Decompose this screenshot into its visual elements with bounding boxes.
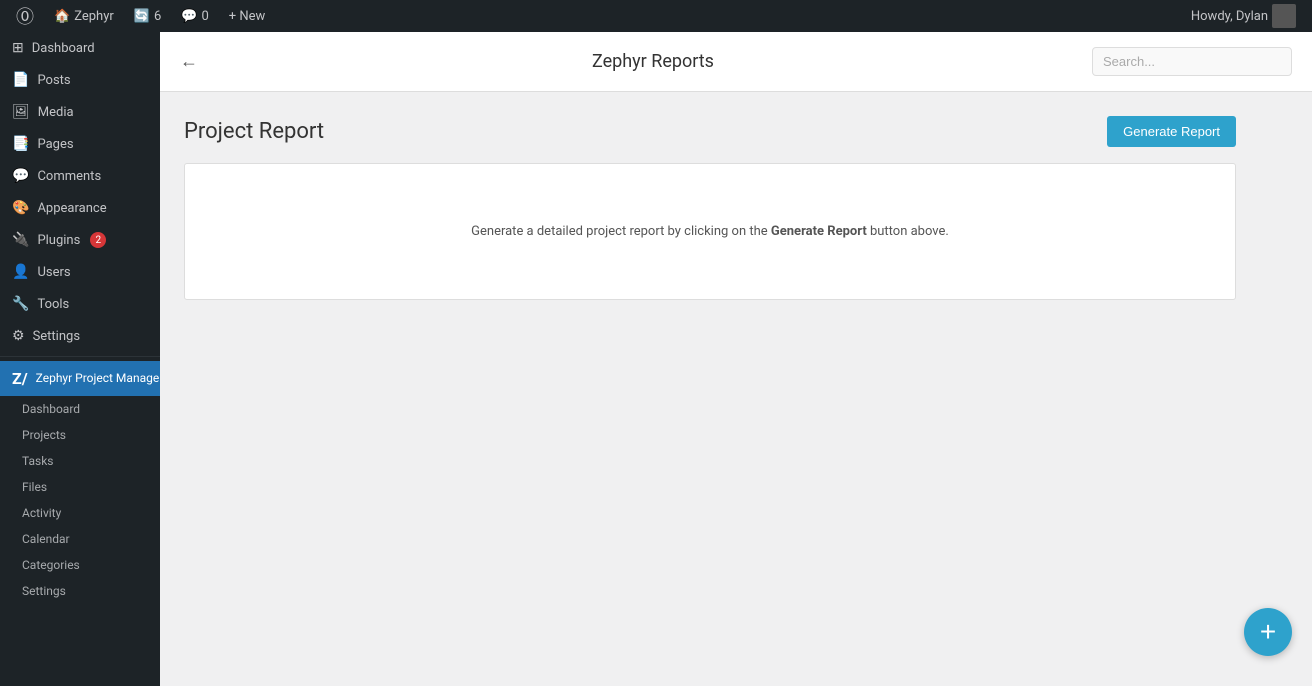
dashboard-label: Dashboard bbox=[32, 41, 95, 56]
sidebar-item-sub-settings[interactable]: Settings bbox=[0, 578, 160, 604]
plugins-icon: 🔌 bbox=[12, 232, 29, 248]
sidebar-item-sub-projects[interactable]: Projects bbox=[0, 422, 160, 448]
admin-bar: ⓪ 🏠 Zephyr 🔄 6 💬 0 + New Howdy, Dylan bbox=[0, 0, 1312, 32]
pages-icon: 📑 bbox=[12, 136, 29, 152]
sidebar-item-settings[interactable]: ⚙ Settings bbox=[0, 320, 160, 352]
sidebar-item-posts[interactable]: 📄 Posts bbox=[0, 64, 160, 96]
wp-logo-icon: ⓪ bbox=[16, 3, 34, 29]
site-name-text: Zephyr bbox=[74, 9, 114, 24]
appearance-label: Appearance bbox=[37, 201, 106, 216]
home-icon: 🏠 bbox=[54, 9, 70, 24]
sidebar-item-pages[interactable]: 📑 Pages bbox=[0, 128, 160, 160]
updates-count: 6 bbox=[154, 9, 161, 24]
sidebar: ⊞ Dashboard 📄 Posts 🖼 Media 📑 Pages 💬 Co… bbox=[0, 32, 160, 686]
settings-icon: ⚙ bbox=[12, 328, 25, 344]
appearance-icon: 🎨 bbox=[12, 200, 29, 216]
sidebar-item-sub-files[interactable]: Files bbox=[0, 474, 160, 500]
sidebar-item-sub-dashboard[interactable]: Dashboard bbox=[0, 396, 160, 422]
content-area: Project Report Generate Report Generate … bbox=[160, 92, 1260, 324]
fab-button[interactable]: + bbox=[1244, 608, 1292, 656]
plugins-label: Plugins bbox=[37, 233, 80, 248]
posts-label: Posts bbox=[37, 73, 70, 88]
section-header: Project Report Generate Report bbox=[184, 116, 1236, 147]
sidebar-item-appearance[interactable]: 🎨 Appearance bbox=[0, 192, 160, 224]
plugins-badge: 2 bbox=[90, 232, 106, 248]
howdy-text: Howdy, Dylan bbox=[1191, 9, 1268, 24]
adminbar-user[interactable]: Howdy, Dylan bbox=[1183, 0, 1304, 32]
sidebar-item-sub-calendar[interactable]: Calendar bbox=[0, 526, 160, 552]
page-header: ← Zephyr Reports bbox=[160, 32, 1312, 92]
main-content: ← Zephyr Reports Project Report Generate… bbox=[160, 32, 1312, 686]
adminbar-comments[interactable]: 💬 0 bbox=[173, 0, 217, 32]
dashboard-icon: ⊞ bbox=[12, 40, 24, 56]
users-label: Users bbox=[37, 265, 70, 280]
sidebar-item-dashboard[interactable]: ⊞ Dashboard bbox=[0, 32, 160, 64]
comments-label: Comments bbox=[37, 169, 101, 184]
media-icon: 🖼 bbox=[12, 104, 30, 120]
media-label: Media bbox=[38, 105, 74, 120]
sidebar-item-comments[interactable]: 💬 Comments bbox=[0, 160, 160, 192]
comments-icon: 💬 bbox=[181, 9, 197, 24]
pages-label: Pages bbox=[37, 137, 73, 152]
zephyr-label: Zephyr Project Manager bbox=[36, 371, 160, 387]
sidebar-item-media[interactable]: 🖼 Media bbox=[0, 96, 160, 128]
tools-label: Tools bbox=[37, 297, 69, 312]
sidebar-item-plugins[interactable]: 🔌 Plugins 2 bbox=[0, 224, 160, 256]
adminbar-updates[interactable]: 🔄 6 bbox=[126, 0, 170, 32]
tools-icon: 🔧 bbox=[12, 296, 29, 312]
sidebar-item-users[interactable]: 👤 Users bbox=[0, 256, 160, 288]
settings-label: Settings bbox=[33, 329, 80, 344]
sidebar-item-sub-activity[interactable]: Activity bbox=[0, 500, 160, 526]
updates-icon: 🔄 bbox=[134, 9, 150, 24]
comments-count: 0 bbox=[201, 9, 208, 24]
back-button[interactable]: ← bbox=[180, 51, 198, 72]
adminbar-new[interactable]: + New bbox=[221, 0, 274, 32]
report-message-bold: Generate Report bbox=[771, 224, 867, 239]
zephyr-icon: Z/ bbox=[12, 369, 28, 388]
users-icon: 👤 bbox=[12, 264, 29, 280]
report-message-prefix: Generate a detailed project report by cl… bbox=[471, 224, 771, 239]
section-title: Project Report bbox=[184, 119, 324, 144]
user-avatar-icon bbox=[1272, 4, 1296, 28]
report-message-suffix: button above. bbox=[867, 224, 949, 239]
page-title: Zephyr Reports bbox=[214, 51, 1092, 72]
comments-icon: 💬 bbox=[12, 168, 29, 184]
report-message: Generate a detailed project report by cl… bbox=[471, 224, 949, 239]
posts-icon: 📄 bbox=[12, 72, 29, 88]
sidebar-item-sub-tasks[interactable]: Tasks bbox=[0, 448, 160, 474]
new-label: + New bbox=[229, 9, 266, 24]
sidebar-item-zephyr[interactable]: Z/ Zephyr Project Manager bbox=[0, 361, 160, 396]
adminbar-wp-logo[interactable]: ⓪ bbox=[8, 0, 42, 32]
search-input[interactable] bbox=[1092, 47, 1292, 76]
sidebar-item-sub-categories[interactable]: Categories bbox=[0, 552, 160, 578]
report-card: Generate a detailed project report by cl… bbox=[184, 163, 1236, 300]
generate-report-button[interactable]: Generate Report bbox=[1107, 116, 1236, 147]
sidebar-item-tools[interactable]: 🔧 Tools bbox=[0, 288, 160, 320]
adminbar-site-name[interactable]: 🏠 Zephyr bbox=[46, 0, 122, 32]
